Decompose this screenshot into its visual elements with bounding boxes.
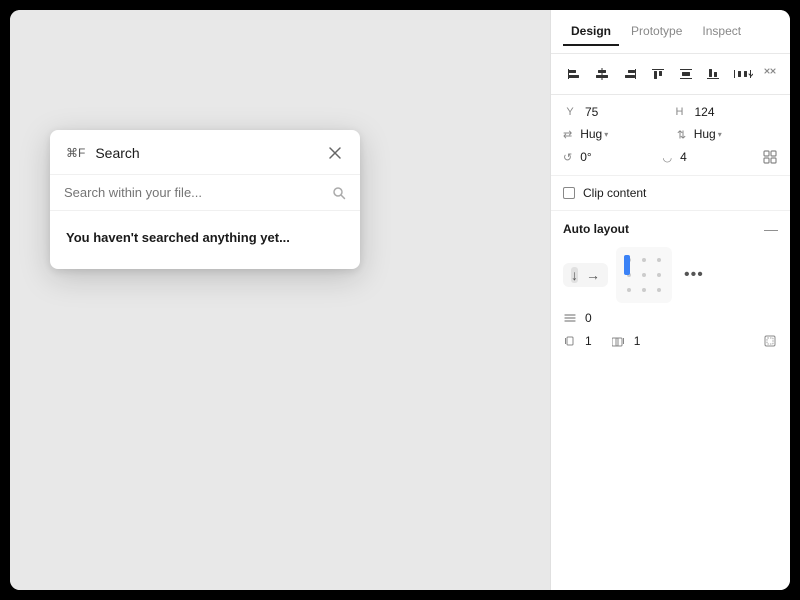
padding-left-icon (563, 334, 577, 348)
canvas-area: ⌘F Search You hav (10, 10, 550, 590)
grid-dot-6 (657, 273, 661, 277)
alignment-grid-container: ••• (616, 247, 704, 303)
search-close-button[interactable] (326, 144, 344, 162)
search-popup-header: ⌘F Search (50, 130, 360, 175)
height-hug-label: Hug (694, 127, 716, 141)
y-label: Y (563, 106, 577, 118)
distribute-dropdown-icon[interactable] (730, 62, 756, 86)
tab-design[interactable]: Design (563, 18, 619, 46)
search-input[interactable] (64, 185, 324, 200)
clip-content-row: Clip content (551, 176, 790, 211)
search-empty-text: You haven't searched anything yet... (66, 230, 290, 245)
wh-hug-row: ⇄ Hug ▾ ⇄ Hug ▾ (563, 127, 778, 141)
direction-down-btn[interactable]: ↓ (571, 267, 578, 283)
grid-dot-3 (657, 258, 661, 262)
height-icon: ⇄ (675, 129, 688, 138)
grid-dot-8 (642, 288, 646, 292)
corner-icon: ◡ (663, 151, 673, 164)
corner-group: ◡ 4 (663, 150, 759, 164)
clip-content-checkbox[interactable] (563, 187, 575, 199)
height-dropdown-arrow: ▾ (718, 130, 722, 139)
direction-group: ↓ → (563, 263, 608, 287)
keyboard-shortcut-badge: ⌘F (66, 146, 85, 160)
collapse-icon[interactable] (762, 66, 778, 82)
padding-row: 1 1 (563, 333, 778, 349)
height-hug-dropdown[interactable]: Hug ▾ (694, 127, 722, 141)
width-hug-group: ⇄ Hug ▾ (563, 127, 665, 141)
width-icon: ⇄ (563, 128, 572, 141)
tab-inspect[interactable]: Inspect (694, 18, 749, 46)
padding-all-icon[interactable] (762, 333, 778, 349)
search-empty-state: You haven't searched anything yet... (50, 211, 360, 269)
align-bottom-icon[interactable] (703, 62, 725, 86)
rotation-corner-row: ↺ 0° ◡ 4 (563, 149, 778, 165)
align-left-icon[interactable] (563, 62, 585, 86)
h-group: H 124 (673, 105, 779, 119)
rotation-value[interactable]: 0° (580, 150, 658, 164)
clip-content-label: Clip content (583, 186, 646, 200)
width-dropdown-arrow: ▾ (604, 130, 608, 139)
alignment-grid[interactable] (616, 247, 672, 303)
width-hug-dropdown[interactable]: Hug ▾ (580, 127, 608, 141)
auto-layout-controls: ↓ → (563, 247, 778, 303)
auto-layout-title: Auto layout (563, 222, 764, 236)
h-value[interactable]: 124 (695, 105, 779, 119)
align-center-h-icon[interactable] (591, 62, 613, 86)
padding-right-value[interactable]: 1 (634, 334, 641, 348)
height-hug-group: ⇄ Hug ▾ (677, 127, 779, 141)
more-options-btn[interactable]: ••• (684, 266, 704, 284)
search-title-area: ⌘F Search (66, 145, 140, 161)
panel-tabs: Design Prototype Inspect (551, 10, 790, 54)
spacing-value[interactable]: 0 (585, 311, 592, 325)
app-window: ⌘F Search You hav (10, 10, 790, 590)
auto-layout-header: Auto layout — (563, 221, 778, 237)
right-panel: Design Prototype Inspect (550, 10, 790, 590)
grid-dot-2 (642, 258, 646, 262)
tab-prototype[interactable]: Prototype (623, 18, 690, 46)
grid-dot-5 (642, 273, 646, 277)
rotation-group: ↺ 0° (563, 150, 659, 164)
grid-active-bar (624, 255, 630, 275)
y-value[interactable]: 75 (585, 105, 669, 119)
search-popup: ⌘F Search You hav (50, 130, 360, 269)
grid-dot-9 (657, 288, 661, 292)
spacing-row: 0 (563, 311, 778, 325)
width-hug-label: Hug (580, 127, 602, 141)
constraints-icon[interactable] (762, 149, 778, 165)
direction-right-btn[interactable]: → (586, 267, 600, 283)
padding-right-icon (612, 334, 626, 348)
align-right-icon[interactable] (619, 62, 641, 86)
padding-left-value[interactable]: 1 (585, 334, 592, 348)
auto-layout-section: Auto layout — ↓ → (551, 211, 790, 359)
auto-layout-collapse-icon[interactable]: — (764, 221, 778, 237)
alignment-toolbar (551, 54, 790, 95)
rotation-icon: ↺ (563, 151, 572, 164)
properties-section: Y 75 H 124 ⇄ Hug ▾ ⇄ (551, 95, 790, 176)
y-h-row: Y 75 H 124 (563, 105, 778, 119)
spacing-icon (563, 311, 577, 325)
search-icon (332, 186, 346, 200)
h-label: H (673, 106, 687, 118)
align-top-icon[interactable] (647, 62, 669, 86)
search-input-area (50, 175, 360, 211)
corner-value[interactable]: 4 (680, 150, 758, 164)
search-popup-title: Search (95, 145, 139, 161)
grid-dot-7 (627, 288, 631, 292)
y-group: Y 75 (563, 105, 669, 119)
distribute-v-icon[interactable] (675, 62, 697, 86)
